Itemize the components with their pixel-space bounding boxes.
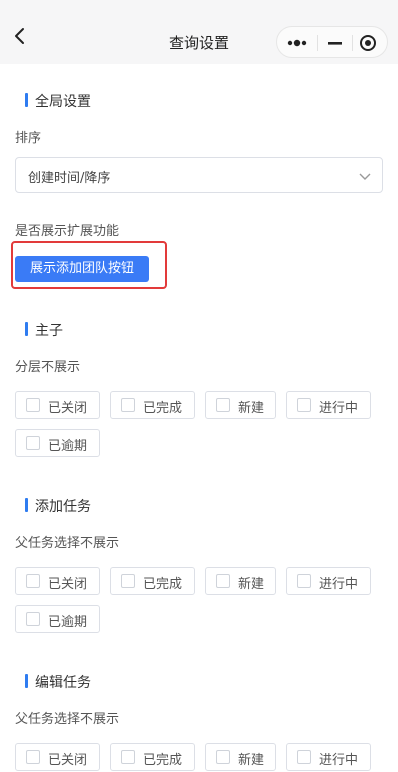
checkbox-box[interactable] xyxy=(26,574,40,588)
add-task-checkbox-new[interactable]: 新建 xyxy=(205,567,276,595)
main-checkbox-in-progress[interactable]: 进行中 xyxy=(286,391,371,419)
checkbox-box[interactable] xyxy=(26,398,40,412)
mini-program-capsule xyxy=(276,26,388,58)
checkbox-box[interactable] xyxy=(26,612,40,626)
edit-task-checkbox-in-progress[interactable]: 进行中 xyxy=(286,743,371,771)
checkbox-box[interactable] xyxy=(297,398,311,412)
capsule-divider xyxy=(352,35,353,51)
add-task-sub-label: 父任务选择不展示 xyxy=(15,536,120,551)
sort-label: 排序 xyxy=(15,131,42,146)
section-title-global: 全局设置 xyxy=(25,91,91,111)
checkbox-box[interactable] xyxy=(121,750,135,764)
main-checkbox-closed[interactable]: 已关闭 xyxy=(15,391,100,419)
section-title-edit-task: 编辑任务 xyxy=(25,672,91,692)
edit-task-sub-label: 父任务选择不展示 xyxy=(15,712,120,727)
section-marker xyxy=(25,674,28,688)
sort-select[interactable]: 创建时间/降序 xyxy=(15,157,383,193)
show-add-team-button[interactable]: 展示添加团队按钮 xyxy=(15,256,149,282)
edit-task-checkbox-completed[interactable]: 已完成 xyxy=(110,743,195,771)
chevron-down-icon xyxy=(359,173,371,180)
sort-select-value: 创建时间/降序 xyxy=(28,171,111,186)
add-task-checkbox-overdue[interactable]: 已逾期 xyxy=(15,605,100,633)
minimize-icon[interactable] xyxy=(323,33,347,53)
main-sub-label: 分层不展示 xyxy=(15,360,81,375)
main-checkbox-overdue[interactable]: 已逾期 xyxy=(15,429,100,457)
checkbox-box[interactable] xyxy=(216,398,230,412)
checkbox-box[interactable] xyxy=(216,750,230,764)
edit-task-checkbox-closed[interactable]: 已关闭 xyxy=(15,743,100,771)
checkbox-box[interactable] xyxy=(26,436,40,450)
checkbox-box[interactable] xyxy=(121,398,135,412)
capsule-divider xyxy=(317,35,318,51)
add-task-checkbox-closed[interactable]: 已关闭 xyxy=(15,567,100,595)
main-checkbox-completed[interactable]: 已完成 xyxy=(110,391,195,419)
add-task-checkbox-completed[interactable]: 已完成 xyxy=(110,567,195,595)
section-title-main: 主子 xyxy=(25,320,63,340)
section-marker xyxy=(25,322,28,336)
show-extension-label: 是否展示扩展功能 xyxy=(15,224,120,239)
close-target-icon[interactable] xyxy=(357,33,379,53)
add-task-checkbox-in-progress[interactable]: 进行中 xyxy=(286,567,371,595)
checkbox-box[interactable] xyxy=(26,750,40,764)
section-marker xyxy=(25,93,28,107)
section-marker xyxy=(25,498,28,512)
checkbox-box[interactable] xyxy=(121,574,135,588)
edit-task-checkbox-new[interactable]: 新建 xyxy=(205,743,276,771)
checkbox-box[interactable] xyxy=(297,750,311,764)
main-checkbox-new[interactable]: 新建 xyxy=(205,391,276,419)
more-icon[interactable] xyxy=(285,33,309,53)
checkbox-box[interactable] xyxy=(297,574,311,588)
nav-bar: 查询设置 xyxy=(0,0,398,64)
checkbox-box[interactable] xyxy=(216,574,230,588)
section-title-add-task: 添加任务 xyxy=(25,496,91,516)
